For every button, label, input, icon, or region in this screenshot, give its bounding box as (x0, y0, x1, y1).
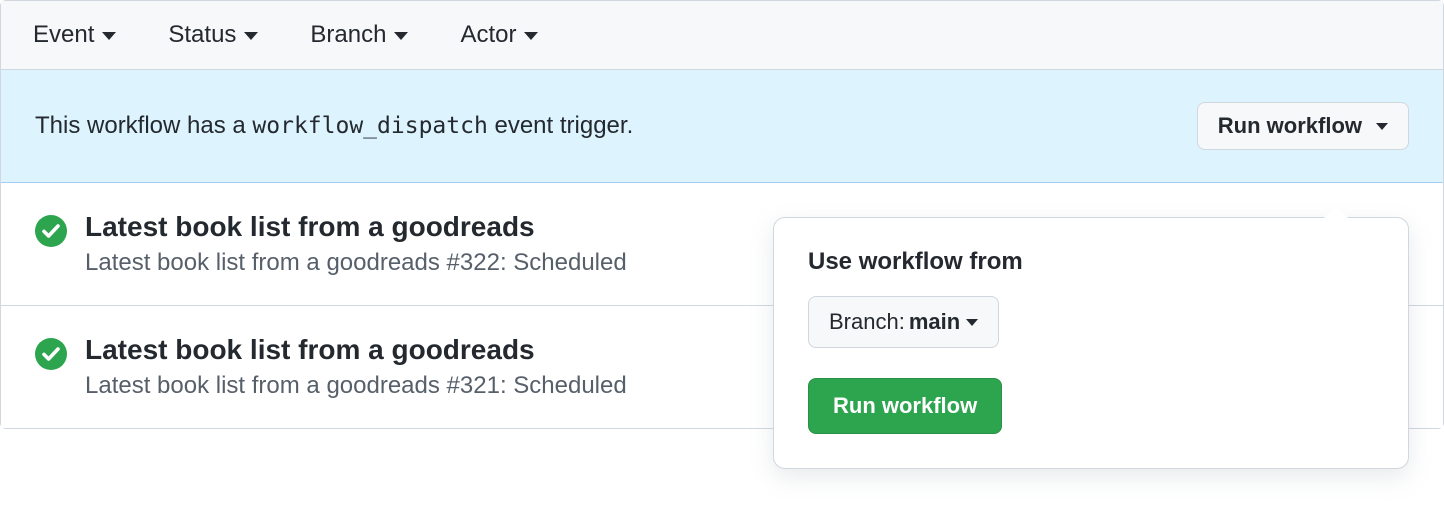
branch-selector[interactable]: Branch: main (808, 296, 999, 348)
run-trigger: : Scheduled (500, 249, 627, 276)
branch-prefix: Branch: (829, 309, 905, 335)
run-workflow-button-label: Run workflow (1218, 113, 1362, 139)
run-workflow-name: Latest book list from a goodreads (85, 372, 440, 399)
run-workflow-name: Latest book list from a goodreads (85, 249, 440, 276)
filter-bar: Event Status Branch Actor (1, 1, 1443, 70)
caret-down-icon (102, 32, 116, 40)
caret-down-icon (394, 32, 408, 40)
check-circle-success-icon (35, 338, 67, 370)
filter-branch[interactable]: Branch (310, 21, 408, 49)
dispatch-text-prefix: This workflow has a (35, 112, 252, 139)
dispatch-text: This workflow has a workflow_dispatch ev… (35, 112, 633, 140)
run-number: #321 (447, 372, 500, 399)
filter-actor[interactable]: Actor (460, 21, 538, 49)
caret-down-icon (1376, 123, 1388, 130)
dispatch-banner: This workflow has a workflow_dispatch ev… (1, 70, 1443, 183)
filter-event[interactable]: Event (33, 21, 116, 49)
run-number: #322 (447, 249, 500, 276)
run-workflow-submit-button[interactable]: Run workflow (808, 378, 1002, 434)
run-workflow-dropdown-button[interactable]: Run workflow (1197, 102, 1409, 150)
caret-down-icon (524, 32, 538, 40)
run-workflow-submit-label: Run workflow (833, 393, 977, 418)
workflow-runs-container: Event Status Branch Actor This workflow … (0, 0, 1444, 429)
caret-down-icon (244, 32, 258, 40)
filter-branch-label: Branch (310, 21, 386, 49)
run-workflow-popover: Use workflow from Branch: main Run workf… (773, 217, 1409, 469)
filter-actor-label: Actor (460, 21, 516, 49)
filter-status-label: Status (168, 21, 236, 49)
dispatch-code: workflow_dispatch (252, 113, 487, 139)
branch-name: main (909, 309, 960, 335)
filter-status[interactable]: Status (168, 21, 258, 49)
filter-event-label: Event (33, 21, 94, 49)
check-circle-success-icon (35, 215, 67, 247)
caret-down-icon (966, 319, 978, 326)
popover-title: Use workflow from (808, 248, 1374, 276)
dispatch-text-suffix: event trigger. (488, 112, 633, 139)
run-trigger: : Scheduled (500, 372, 627, 399)
